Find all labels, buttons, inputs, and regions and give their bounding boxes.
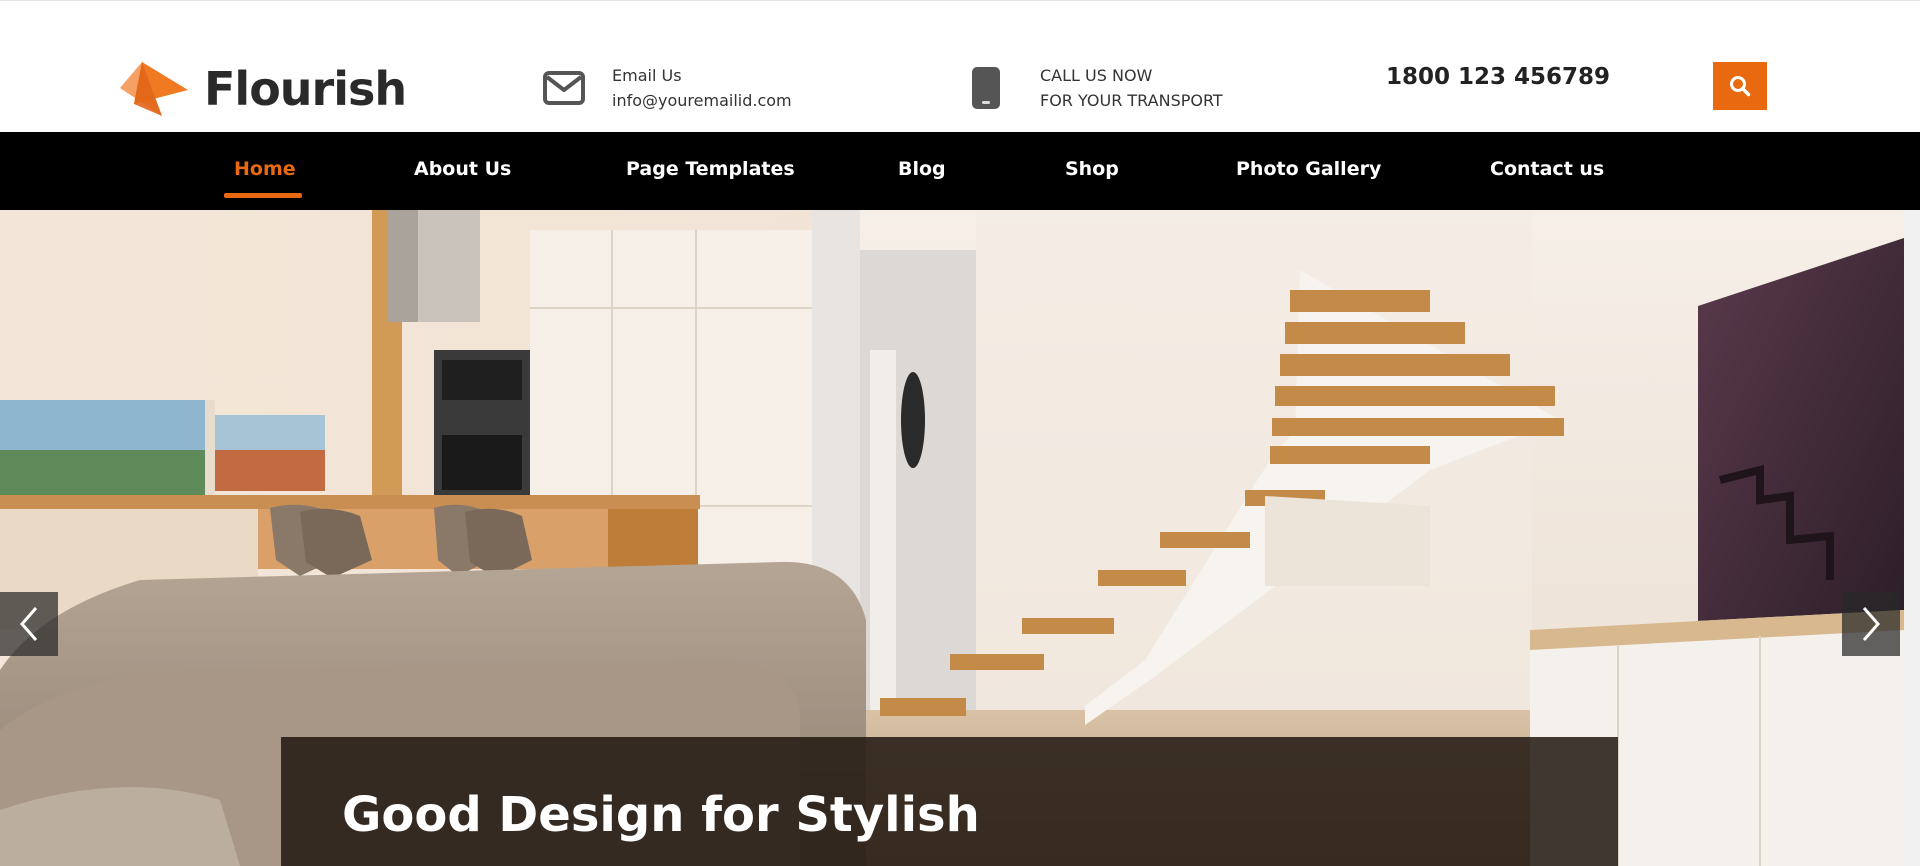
search-button[interactable]: [1713, 62, 1767, 110]
nav-item-home[interactable]: Home: [234, 132, 296, 210]
email-contact: Email Us info@youremailid.com: [542, 63, 792, 113]
chevron-right-icon: [1862, 607, 1880, 641]
envelope-icon: [542, 66, 586, 110]
chevron-left-icon: [20, 607, 38, 641]
hero-caption-box: Good Design for Stylish: [281, 737, 1618, 866]
nav-item-photo-gallery[interactable]: Photo Gallery: [1236, 132, 1381, 210]
call-sublabel: FOR YOUR TRANSPORT: [1040, 91, 1223, 110]
main-nav: Home About Us Page Templates Blog Shop P…: [0, 132, 1920, 210]
search-icon: [1730, 76, 1751, 97]
logo-mark-icon: [120, 62, 188, 116]
email-label: Email Us: [612, 66, 682, 85]
page-scrollbar[interactable]: [1904, 210, 1920, 866]
phone-number[interactable]: 1800 123 456789: [1386, 64, 1610, 90]
hero-slider: Good Design for Stylish: [0, 210, 1904, 866]
slider-next-button[interactable]: [1842, 592, 1900, 656]
call-contact: CALL US NOW FOR YOUR TRANSPORT: [964, 63, 1223, 113]
nav-item-blog[interactable]: Blog: [898, 132, 946, 210]
site-header: Flourish Email Us info@youremailid.com C…: [0, 0, 1920, 132]
call-label: CALL US NOW: [1040, 66, 1153, 85]
brand-name: Flourish: [204, 62, 407, 116]
nav-item-page-templates[interactable]: Page Templates: [626, 132, 795, 210]
hero-caption-title: Good Design for Stylish: [342, 787, 980, 843]
nav-item-about-us[interactable]: About Us: [414, 132, 511, 210]
slider-prev-button[interactable]: [0, 592, 58, 656]
mobile-phone-icon: [964, 66, 1008, 110]
logo[interactable]: Flourish: [120, 59, 407, 119]
nav-item-contact-us[interactable]: Contact us: [1490, 132, 1604, 210]
nav-item-shop[interactable]: Shop: [1065, 132, 1119, 210]
active-nav-indicator: [224, 193, 302, 198]
email-address[interactable]: info@youremailid.com: [612, 88, 792, 113]
